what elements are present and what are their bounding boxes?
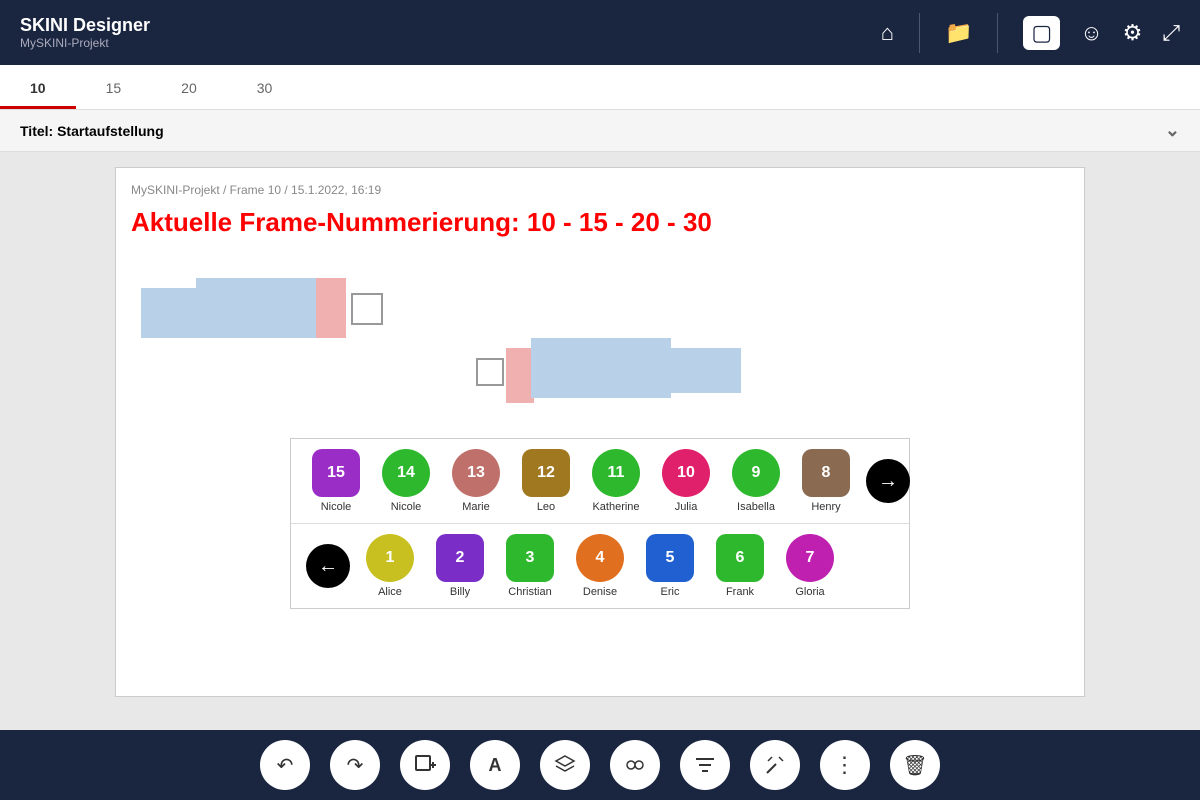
header: SKINI Designer MySKINI-Projekt ⌂ 📁 ▢ ☺ ⚙…: [0, 0, 1200, 65]
player-name-15: Nicole: [321, 501, 352, 513]
player-badge-7[interactable]: 7: [786, 534, 834, 582]
player-item-3: 3 Christian: [500, 534, 560, 598]
titel-label: Titel:: [20, 123, 53, 139]
player-item-12: 12 Leo: [516, 449, 576, 513]
shape-pink-rect-1: [316, 278, 346, 338]
player-badge-1[interactable]: 1: [366, 534, 414, 582]
frame-title: Aktuelle Frame-Nummerierung: 10 - 15 - 2…: [131, 207, 1069, 238]
player-item-10: 10 Julia: [656, 449, 716, 513]
tab-15[interactable]: 15: [76, 70, 152, 109]
scroll-area: MySKINI-Projekt / Frame 10 / 15.1.2022, …: [0, 152, 1200, 795]
fullscreen-icon[interactable]: ⤢: [1162, 20, 1180, 46]
shape-blue-rect-4: [671, 348, 741, 393]
player-name-11: Katherine: [592, 501, 639, 513]
player-name-8: Henry: [811, 501, 840, 513]
player-badge-12[interactable]: 12: [522, 449, 570, 497]
shapes-diagram: [131, 258, 1069, 418]
face-icon[interactable]: ☺: [1080, 20, 1102, 46]
player-item-11: 11 Katherine: [586, 449, 646, 513]
home-icon[interactable]: ⌂: [881, 20, 894, 46]
player-item-13: 13 Marie: [446, 449, 506, 513]
delete-button[interactable]: 🗑: [890, 740, 940, 790]
player-badge-3[interactable]: 3: [506, 534, 554, 582]
group-button[interactable]: [610, 740, 660, 790]
player-badge-13[interactable]: 13: [452, 449, 500, 497]
shape-blue-rect-3: [531, 338, 671, 398]
player-name-9: Isabella: [737, 501, 775, 513]
player-name-5: Eric: [661, 586, 680, 598]
header-icons: ⌂ 📁 ▢ ☺ ⚙ ⤢: [881, 13, 1180, 53]
app-subtitle: MySKINI-Projekt: [20, 36, 881, 50]
player-item-1: 1 Alice: [360, 534, 420, 598]
prev-page-button[interactable]: ←: [306, 544, 350, 588]
next-page-button[interactable]: →: [866, 459, 910, 503]
canvas-meta: MySKINI-Projekt / Frame 10 / 15.1.2022, …: [131, 183, 1069, 197]
shape-blue-rect-1: [141, 288, 201, 338]
add-frame-button[interactable]: [400, 740, 450, 790]
tab-30[interactable]: 30: [227, 70, 303, 109]
divider-1: [919, 13, 920, 53]
folder-icon[interactable]: 📁: [945, 20, 972, 46]
player-item-7: 7 Gloria: [780, 534, 840, 598]
player-badge-4[interactable]: 4: [576, 534, 624, 582]
tab-20[interactable]: 20: [151, 70, 227, 109]
player-item-14: 14 Nicole: [376, 449, 436, 513]
player-badge-6[interactable]: 6: [716, 534, 764, 582]
player-badge-9[interactable]: 9: [732, 449, 780, 497]
undo-button[interactable]: ↶: [260, 740, 310, 790]
player-name-4: Denise: [583, 586, 617, 598]
shape-blue-rect-2: [196, 278, 316, 338]
player-badge-2[interactable]: 2: [436, 534, 484, 582]
shape-pink-rect-2: [506, 348, 534, 403]
redo-button[interactable]: ↷: [330, 740, 380, 790]
titel-value: Startaufstellung: [57, 123, 164, 139]
player-badge-10[interactable]: 10: [662, 449, 710, 497]
player-badge-8[interactable]: 8: [802, 449, 850, 497]
layers-button[interactable]: [540, 740, 590, 790]
tab-bar: 10 15 20 30: [0, 65, 1200, 110]
tab-10[interactable]: 10: [0, 70, 76, 109]
header-title-area: SKINI Designer MySKINI-Projekt: [20, 15, 881, 50]
player-item-6: 6 Frank: [710, 534, 770, 598]
player-name-3: Christian: [508, 586, 551, 598]
screen-icon[interactable]: ▢: [1023, 16, 1060, 50]
shape-white-square-2: [476, 358, 504, 386]
canvas-area: MySKINI-Projekt / Frame 10 / 15.1.2022, …: [115, 167, 1085, 697]
chevron-down-icon[interactable]: ⌄: [1165, 120, 1180, 141]
player-grid: 15 Nicole 14 Nicole 13 Marie 12 Leo: [290, 438, 910, 609]
player-name-7: Gloria: [795, 586, 824, 598]
shape-white-square-1: [351, 293, 383, 325]
app-name: SKINI Designer: [20, 15, 881, 36]
player-name-2: Billy: [450, 586, 470, 598]
divider-2: [997, 13, 998, 53]
player-item-8: 8 Henry: [796, 449, 856, 513]
filter-button[interactable]: [680, 740, 730, 790]
bottom-toolbar: ↶ ↷ A ⋮ 🗑: [0, 730, 1200, 800]
player-name-13: Marie: [462, 501, 490, 513]
titel-text: Titel: Startaufstellung: [20, 123, 164, 139]
player-name-10: Julia: [675, 501, 698, 513]
player-badge-14[interactable]: 14: [382, 449, 430, 497]
player-name-12: Leo: [537, 501, 555, 513]
tools-button[interactable]: [750, 740, 800, 790]
player-item-5: 5 Eric: [640, 534, 700, 598]
player-row-1: 15 Nicole 14 Nicole 13 Marie 12 Leo: [291, 439, 909, 523]
player-item-9: 9 Isabella: [726, 449, 786, 513]
player-row-2: ← 1 Alice 2 Billy 3 Christian 4: [291, 523, 909, 608]
content-wrapper: 10 15 20 30 Titel: Startaufstellung ⌄ My…: [0, 65, 1200, 795]
player-name-14: Nicole: [391, 501, 422, 513]
player-name-6: Frank: [726, 586, 754, 598]
player-badge-15[interactable]: 15: [312, 449, 360, 497]
player-badge-5[interactable]: 5: [646, 534, 694, 582]
settings-icon[interactable]: ⚙: [1123, 20, 1143, 46]
player-name-1: Alice: [378, 586, 402, 598]
player-item-15: 15 Nicole: [306, 449, 366, 513]
text-button[interactable]: A: [470, 740, 520, 790]
player-badge-11[interactable]: 11: [592, 449, 640, 497]
titel-bar: Titel: Startaufstellung ⌄: [0, 110, 1200, 152]
more-button[interactable]: ⋮: [820, 740, 870, 790]
player-item-2: 2 Billy: [430, 534, 490, 598]
player-item-4: 4 Denise: [570, 534, 630, 598]
